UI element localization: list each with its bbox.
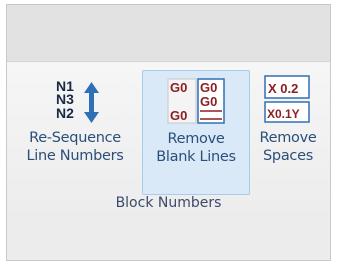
remove-spaces-icon: X 0.2 X0.1Y xyxy=(264,75,310,123)
icon-text-x01y: X0.1Y xyxy=(267,107,300,121)
remove-blank-lines-button[interactable]: G0 G0 G0 G0 Remove Blank Lines xyxy=(142,70,250,195)
icon-text-g0-a: G0 xyxy=(170,80,187,95)
icon-text-g0-c: G0 xyxy=(200,80,217,95)
group-label-block-numbers: Block Numbers xyxy=(115,195,222,211)
icon-text-n2: N2 xyxy=(56,105,74,121)
remove-spaces-label-line1: Remove xyxy=(259,130,317,146)
resequence-label-line2: Line Numbers xyxy=(26,148,124,164)
resequence-line-numbers-button[interactable]: N1 N3 N2 Re-Sequence Line Numbers xyxy=(17,70,133,195)
remove-blank-lines-label-line2: Blank Lines xyxy=(156,149,236,165)
app-frame: N1 N3 N2 Re-Sequence Line Numbers G0 G0 … xyxy=(6,4,331,261)
icon-text-g0-d: G0 xyxy=(200,94,217,109)
remove-blank-lines-label-line1: Remove xyxy=(167,131,225,147)
remove-spaces-button[interactable]: X 0.2 X0.1Y Remove Spaces xyxy=(253,70,323,195)
remove-spaces-label-line2: Spaces xyxy=(263,148,313,164)
resequence-label-line1: Re-Sequence xyxy=(29,130,121,146)
resequence-icon: N1 N3 N2 xyxy=(56,78,99,123)
title-area xyxy=(7,5,330,61)
icon-text-g0-b: G0 xyxy=(170,108,187,123)
icon-text-x02: X 0.2 xyxy=(268,81,298,96)
ribbon-panel: N1 N3 N2 Re-Sequence Line Numbers G0 G0 … xyxy=(7,61,330,223)
content-area xyxy=(7,222,330,260)
remove-blank-lines-icon: G0 G0 G0 G0 xyxy=(167,78,225,124)
